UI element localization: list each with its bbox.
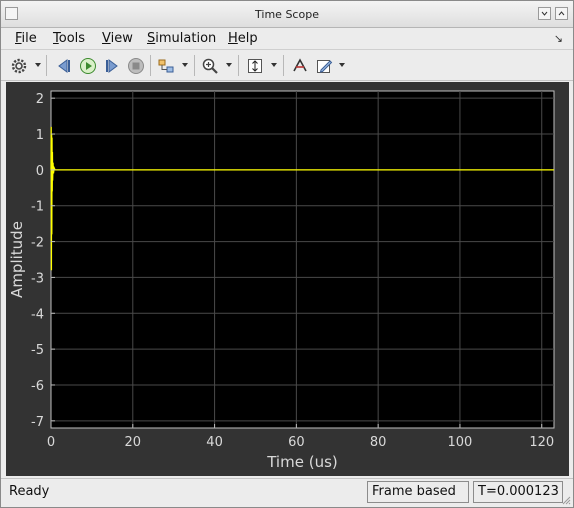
menu-file[interactable]: File	[15, 31, 37, 46]
y-axis-label: Amplitude	[8, 221, 26, 298]
toolbar-separator	[283, 55, 284, 76]
y-tick-label: -3	[31, 271, 44, 286]
menu-tools[interactable]: Tools	[53, 31, 85, 46]
y-tick-label: -5	[31, 343, 44, 358]
settings-dropdown-icon[interactable]	[35, 63, 41, 67]
x-axis-label: Time (us)	[266, 453, 338, 471]
minimize-icon	[541, 11, 548, 16]
zoom-in-icon	[202, 58, 218, 74]
measurements-button[interactable]	[290, 56, 310, 76]
autoscale-icon	[248, 59, 262, 73]
autoscale-button[interactable]	[245, 56, 265, 76]
dock-arrow-icon[interactable]: ↘	[554, 32, 563, 45]
step-forward-icon	[106, 59, 118, 73]
x-tick-label: 100	[448, 435, 473, 450]
stop-button[interactable]	[126, 56, 146, 76]
y-tick-label: -1	[31, 200, 44, 215]
maximize-icon	[558, 11, 565, 16]
settings-button[interactable]	[9, 56, 29, 76]
autoscale-dropdown-icon[interactable]	[271, 63, 277, 67]
y-tick-label: -7	[31, 415, 44, 430]
style-edit-button[interactable]	[314, 56, 334, 76]
processing-mode-badge: Frame based	[367, 481, 469, 503]
menu-help-label: elp	[237, 31, 258, 46]
toolbar-separator	[238, 55, 239, 76]
step-back-icon	[58, 59, 70, 73]
menu-view[interactable]: View	[102, 31, 133, 46]
menu-view-label: iew	[110, 31, 133, 46]
x-tick-label: 80	[370, 435, 387, 450]
plot-area[interactable]	[50, 90, 555, 429]
status-bar: Ready Frame based T=0.000123	[1, 478, 573, 507]
settings-icon	[11, 58, 27, 74]
menu-help[interactable]: Help	[228, 31, 258, 46]
resize-grip-icon[interactable]	[561, 495, 571, 505]
status-text: Ready	[9, 484, 50, 499]
signal-highlight-icon	[158, 59, 174, 73]
title-bar[interactable]: Time Scope	[1, 1, 573, 28]
y-tick-label: 1	[36, 128, 44, 143]
menu-view-mnemonic: V	[102, 31, 111, 46]
menu-simulation[interactable]: Simulation	[147, 31, 216, 46]
menu-help-mnemonic: H	[228, 31, 238, 46]
menu-simulation-label: imulation	[155, 31, 217, 46]
stop-icon	[128, 58, 144, 74]
menu-bar: File Tools View Simulation Help ↘	[1, 28, 573, 50]
menu-file-label: ile	[21, 31, 37, 46]
x-tick-label: 60	[288, 435, 305, 450]
minimize-button[interactable]	[538, 7, 551, 20]
y-tick-label: 2	[36, 92, 44, 107]
maximize-button[interactable]	[555, 7, 568, 20]
scope-display: 0 20 40 60 80 100 120 2 1 0 -1 -2 -3 -4 -5 -6 -7 Time (…	[6, 82, 569, 476]
toolbar	[1, 50, 573, 81]
x-tick-label: 40	[206, 435, 223, 450]
measurements-icon	[293, 58, 307, 72]
time-scope-window: Time Scope File Tools View Simulation He…	[0, 0, 574, 508]
y-tick-label: -4	[31, 307, 44, 322]
menu-tools-label: ools	[58, 31, 86, 46]
simulation-time: T=0.000123	[473, 481, 563, 503]
x-tick-label: 0	[47, 435, 55, 450]
x-tick-label: 20	[125, 435, 142, 450]
toolbar-separator	[46, 55, 47, 76]
time-scope-plot[interactable]: 0 20 40 60 80 100 120 2 1 0 -1 -2 -3 -4 -5 -6 -7 Time (…	[6, 82, 569, 476]
toolbar-separator	[194, 55, 195, 76]
run-icon	[80, 58, 96, 74]
zoom-dropdown-icon[interactable]	[226, 63, 232, 67]
step-forward-button[interactable]	[102, 56, 122, 76]
style-edit-icon	[317, 60, 333, 73]
toolbar-separator	[150, 55, 151, 76]
run-button[interactable]	[78, 56, 98, 76]
signal-highlight-button[interactable]	[156, 56, 176, 76]
x-tick-label: 120	[529, 435, 554, 450]
window-title: Time Scope	[255, 8, 319, 21]
signal-highlight-dropdown-icon[interactable]	[182, 63, 188, 67]
y-tick-label: -2	[31, 236, 44, 251]
step-back-button[interactable]	[54, 56, 74, 76]
style-edit-dropdown-icon[interactable]	[339, 63, 345, 67]
y-tick-label: -6	[31, 379, 44, 394]
zoom-in-button[interactable]	[200, 56, 220, 76]
y-tick-label: 0	[36, 164, 44, 179]
